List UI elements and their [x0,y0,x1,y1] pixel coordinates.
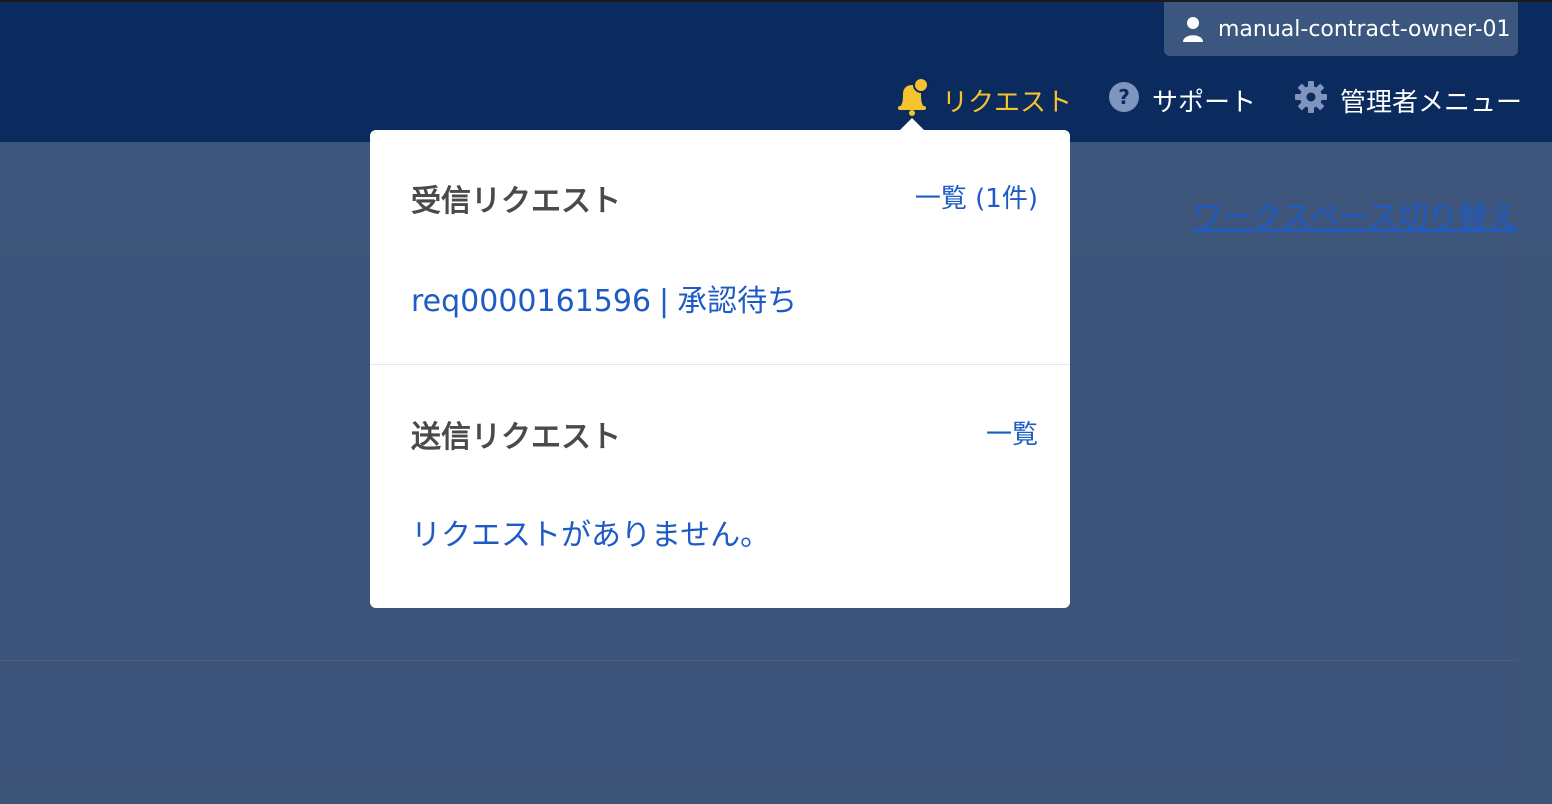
bell-icon [894,76,930,124]
workspace-switch-link[interactable]: ワークスペース切り替え [1193,192,1519,236]
user-icon [1182,16,1204,42]
content-divider [0,660,1518,661]
nav-request[interactable]: リクエスト [894,76,1073,120]
nav-request-label: リクエスト [942,87,1073,118]
user-menu-button[interactable]: manual-contract-owner-01 [1164,2,1518,56]
received-requests-title: 受信リクエスト [411,184,621,219]
sent-requests-title: 送信リクエスト [411,420,621,455]
received-requests-list-link[interactable]: 一覧 (1件) [915,178,1038,215]
request-id: req0000161596 [411,284,652,319]
received-request-item[interactable]: req0000161596 | 承認待ち [411,276,797,320]
svg-text:?: ? [1118,85,1130,109]
dropdown-caret [900,118,924,130]
top-header: manual-contract-owner-01 リクエスト ? サポート 管理… [0,0,1552,142]
gear-icon [1294,80,1328,121]
section-divider [370,364,1070,365]
sent-requests-list-link[interactable]: 一覧 [986,414,1038,451]
request-separator: | [659,284,670,319]
request-status: 承認待ち [677,284,798,319]
nav-support[interactable]: ? サポート [1108,80,1256,120]
nav-support-label: サポート [1152,87,1257,118]
request-dropdown: 受信リクエスト 一覧 (1件) req0000161596 | 承認待ち 送信リクエ… [370,130,1070,608]
nav-admin-menu[interactable]: 管理者メニュー [1294,80,1522,120]
user-name: manual-contract-owner-01 [1218,16,1511,42]
help-icon: ? [1108,81,1140,120]
sent-requests-empty-message: リクエストがありません。 [411,518,771,553]
nav-admin-label: 管理者メニュー [1340,87,1523,118]
